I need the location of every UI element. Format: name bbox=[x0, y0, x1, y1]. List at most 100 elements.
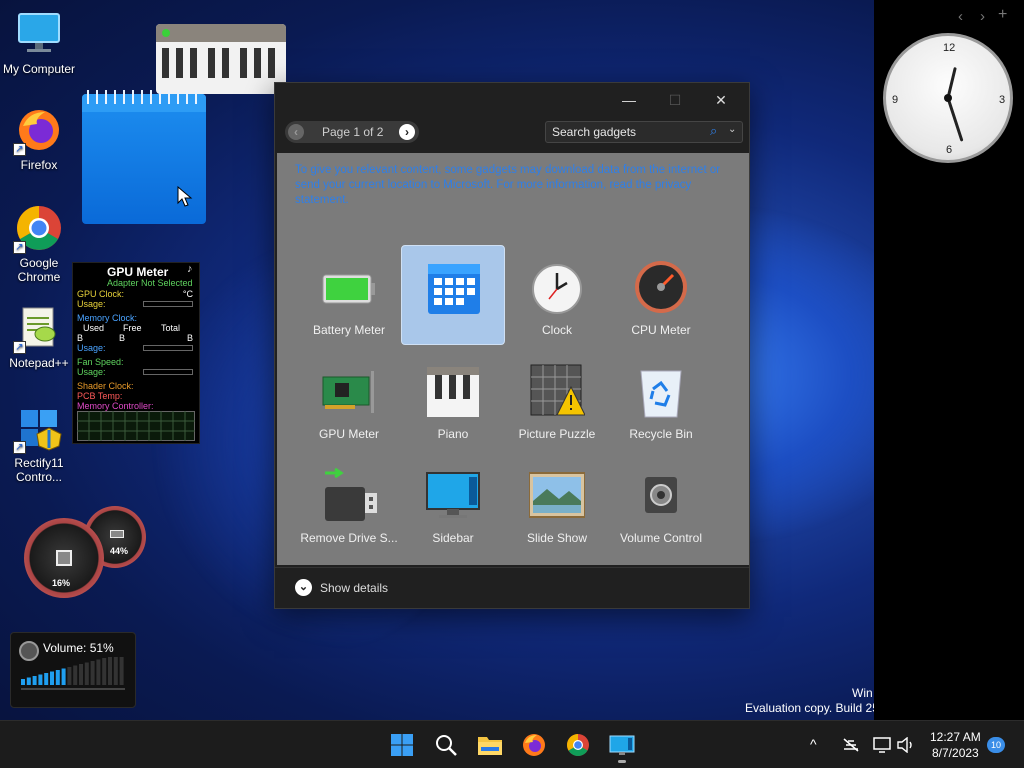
puzzle-icon bbox=[529, 363, 586, 419]
file-explorer-button[interactable] bbox=[474, 729, 506, 761]
volume-gadget[interactable]: Volume: 51% bbox=[10, 632, 136, 708]
shortcut-arrow-icon: ↗ bbox=[13, 341, 26, 354]
gadget-label: GPU Meter bbox=[318, 427, 379, 441]
memory-usage-label: Usage: bbox=[77, 343, 106, 353]
firefox-icon bbox=[523, 734, 545, 756]
firefox-icon: ↗ bbox=[13, 106, 63, 156]
gpu-usage-row: Usage: bbox=[73, 299, 199, 309]
desktop-icon-rectify11[interactable]: ↗ Rectify11 Contro... bbox=[0, 404, 78, 484]
recycle-bin-icon bbox=[633, 363, 689, 419]
maximize-button[interactable]: ☐ bbox=[655, 87, 695, 113]
computer-icon bbox=[15, 10, 63, 58]
volume-bar bbox=[61, 668, 66, 685]
gadget-slide-show[interactable]: Slide Show bbox=[505, 453, 609, 553]
next-page-button[interactable]: › bbox=[399, 124, 415, 140]
volume-bar bbox=[55, 670, 60, 685]
display-icon[interactable] bbox=[873, 737, 891, 753]
search-dropdown-icon[interactable]: ⌄ bbox=[728, 124, 736, 135]
memory-clock-label: Memory Clock: bbox=[77, 313, 138, 323]
gpu-meter-gadget[interactable]: GPU Meter ♪ Adapter Not Selected GPU Clo… bbox=[72, 262, 200, 444]
fan-speed-label: Fan Speed: bbox=[77, 357, 124, 367]
sidebar-next-button[interactable]: › bbox=[980, 8, 985, 25]
chrome-taskbar-button[interactable] bbox=[562, 729, 594, 761]
volume-bar bbox=[44, 673, 49, 685]
page-label: Page 1 of 2 bbox=[322, 125, 384, 139]
windows-logo-icon bbox=[391, 734, 413, 756]
memory-values-row: BBB bbox=[73, 333, 199, 343]
gadget-gpu-meter[interactable]: GPU Meter bbox=[297, 349, 401, 449]
volume-icon[interactable] bbox=[897, 737, 915, 753]
network-icon[interactable] bbox=[842, 737, 860, 753]
sidebar-add-button[interactable]: + bbox=[998, 6, 1007, 24]
shortcut-arrow-icon: ↗ bbox=[13, 241, 26, 254]
volume-bar bbox=[67, 667, 72, 685]
fan-usage-bar bbox=[143, 369, 193, 375]
gadget-piano[interactable]: Piano bbox=[401, 349, 505, 449]
desktop-icon-label: Rectify11 Contro... bbox=[14, 456, 64, 484]
gadget-recycle-bin[interactable]: Recycle Bin bbox=[609, 349, 713, 449]
piano-gadget[interactable] bbox=[156, 24, 286, 94]
search-icon[interactable]: ⌕ bbox=[710, 123, 717, 139]
memory-total-header: Total bbox=[161, 323, 181, 333]
desktop-icon-my-computer[interactable]: My Computer bbox=[0, 10, 78, 76]
cpu-meter-gadget[interactable]: 16% 44% bbox=[22, 504, 148, 600]
start-button[interactable] bbox=[386, 729, 418, 761]
gpu-history-graph bbox=[77, 411, 195, 441]
power-led-icon bbox=[162, 29, 170, 37]
notification-badge[interactable]: 10 bbox=[987, 737, 1005, 753]
gadget-calendar[interactable] bbox=[401, 245, 505, 345]
clock-date[interactable]: 8/7/2023 bbox=[932, 746, 979, 760]
clock-gadget[interactable]: 12 3 6 9 bbox=[883, 33, 1013, 163]
desktop-icon-firefox[interactable]: ↗ Firefox bbox=[0, 106, 78, 172]
search-gadgets-input[interactable] bbox=[546, 122, 706, 142]
desktop-icon-label: Notepad++ bbox=[9, 356, 69, 370]
gadget-cpu-meter[interactable]: CPU Meter bbox=[609, 245, 713, 345]
privacy-notice[interactable]: To give you relevant content, some gadge… bbox=[295, 163, 725, 208]
gadget-label: Battery Meter bbox=[312, 323, 386, 337]
gadgets-icon bbox=[609, 735, 635, 755]
volume-bar bbox=[50, 671, 54, 685]
desktop-icon-notepad-plus-plus[interactable]: ↗ Notepad++ bbox=[0, 304, 78, 370]
volume-level-bars bbox=[21, 657, 125, 690]
gpu-usage-bar bbox=[143, 301, 193, 307]
gadget-clock[interactable]: Clock bbox=[505, 245, 609, 345]
gadget-label: Sidebar bbox=[432, 531, 474, 545]
volume-bar bbox=[73, 665, 78, 685]
gadget-sidebar[interactable]: Sidebar bbox=[401, 453, 505, 553]
pcb-temp-label: PCB Temp: bbox=[77, 391, 123, 401]
memory-usage-row: Usage: bbox=[73, 343, 199, 353]
desktop-icon-google-chrome[interactable]: ↗ Google Chrome bbox=[0, 204, 78, 284]
gpu-meter-title: GPU Meter bbox=[107, 265, 169, 279]
gadget-volume-control[interactable]: Volume Control bbox=[609, 453, 713, 553]
volume-bar bbox=[38, 674, 43, 685]
dialog-titlebar[interactable]: — ☐ ✕ bbox=[275, 83, 749, 115]
volume-bar bbox=[108, 657, 112, 685]
gadget-label: Piano bbox=[437, 427, 469, 441]
gadgets-taskbar-button[interactable] bbox=[606, 729, 638, 763]
gadget-label: Recycle Bin bbox=[629, 427, 693, 441]
minimize-button[interactable]: — bbox=[609, 87, 649, 113]
firefox-taskbar-button[interactable] bbox=[518, 729, 550, 761]
gauge-icon bbox=[633, 259, 689, 315]
page-navigator: ‹ Page 1 of 2 › bbox=[285, 121, 419, 143]
tray-overflow-button[interactable]: ^ bbox=[810, 736, 817, 752]
chrome-icon: ↗ bbox=[13, 204, 63, 254]
search-gadgets-box: ⌕ ⌄ bbox=[545, 121, 743, 143]
gadget-remove-drive-safely[interactable]: Remove Drive S... bbox=[297, 453, 401, 553]
previous-page-button[interactable]: ‹ bbox=[288, 124, 304, 140]
close-button[interactable]: ✕ bbox=[701, 87, 741, 113]
memory-used-value: B bbox=[77, 333, 84, 343]
gadget-battery-meter[interactable]: Battery Meter bbox=[297, 245, 401, 345]
gpu-clock-row: GPU Clock: °C bbox=[73, 289, 199, 299]
battery-icon bbox=[321, 259, 377, 315]
gadget-picture-puzzle[interactable]: Picture Puzzle bbox=[505, 349, 609, 449]
gadget-gallery-dialog: — ☐ ✕ ‹ Page 1 of 2 › ⌕ ⌄ To give you re… bbox=[274, 82, 750, 609]
sidebar-prev-button[interactable]: ‹ bbox=[958, 8, 963, 25]
gadget-label: CPU Meter bbox=[631, 323, 691, 337]
folder-icon bbox=[478, 737, 502, 755]
memory-center-icon bbox=[110, 530, 124, 538]
clock-time[interactable]: 12:27 AM bbox=[930, 730, 981, 744]
memory-used-header: Used bbox=[83, 323, 105, 333]
search-button[interactable] bbox=[430, 729, 462, 761]
show-details-label: Show details bbox=[320, 581, 389, 595]
